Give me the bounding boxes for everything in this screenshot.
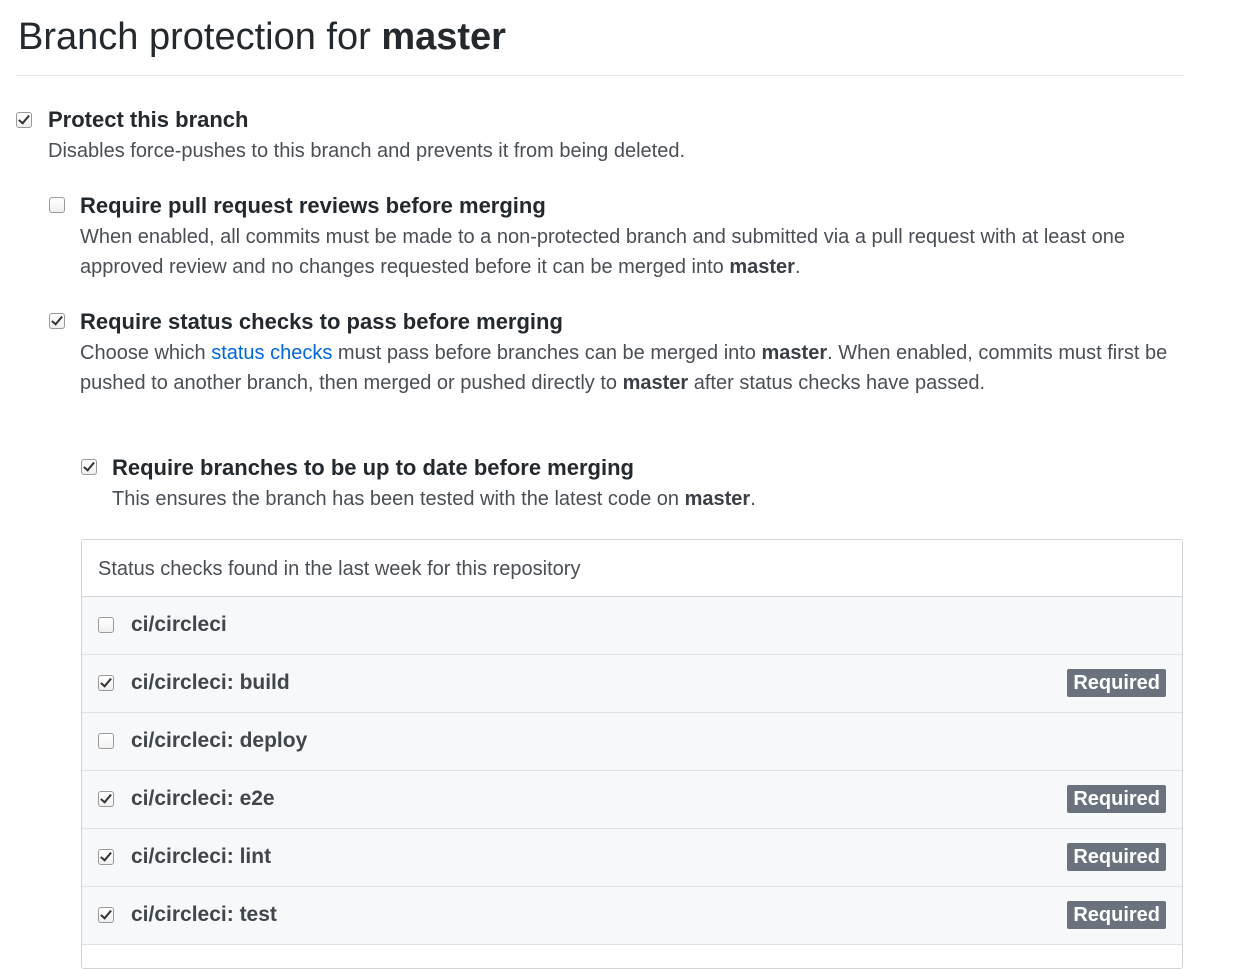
- status-checks-list: Status checks found in the last week for…: [81, 539, 1183, 969]
- status-check-row[interactable]: ci/circleci: e2e Required: [82, 771, 1182, 829]
- up-to-date-desc-part-1: This ensures the branch has been tested …: [112, 488, 685, 510]
- require-reviews-description-end: .: [794, 256, 801, 278]
- status-checks-link[interactable]: status checks: [211, 342, 332, 364]
- status-check-row[interactable]: ci/circleci: [82, 597, 1182, 655]
- required-badge: Required: [1067, 669, 1166, 697]
- status-check-checkbox[interactable]: [98, 733, 114, 749]
- require-status-checks-description: Choose which status checks must pass bef…: [80, 338, 1184, 398]
- required-badge: Required: [1067, 843, 1166, 871]
- status-check-checkbox[interactable]: [98, 849, 114, 865]
- require-status-checks-label[interactable]: Require status checks to pass before mer…: [80, 308, 563, 336]
- status-check-checkbox[interactable]: [98, 791, 114, 807]
- status-check-checkbox[interactable]: [98, 907, 114, 923]
- up-to-date-desc-branch: master: [684, 488, 751, 510]
- require-status-checks-checkbox[interactable]: [49, 313, 65, 329]
- status-checks-desc-part-2: must pass before branches can be merged …: [332, 342, 762, 364]
- require-reviews-description-text: When enabled, all commits must be made t…: [80, 226, 1126, 278]
- page-title-branch: master: [381, 16, 506, 58]
- protect-branch-description: Disables force-pushes to this branch and…: [48, 136, 1178, 166]
- status-check-row[interactable]: ci/circleci: test Required: [82, 887, 1182, 945]
- page-title: Branch protection for master: [18, 14, 506, 60]
- require-reviews-label[interactable]: Require pull request reviews before merg…: [80, 192, 546, 220]
- status-checks-desc-part-4: after status checks have passed.: [688, 372, 986, 394]
- status-checks-desc-branch-a: master: [761, 342, 828, 364]
- status-checks-desc-branch-b: master: [622, 372, 689, 394]
- require-reviews-description-branch: master: [729, 256, 795, 278]
- protect-branch-description-text: Disables force-pushes to this branch and…: [48, 140, 686, 162]
- protect-branch-checkbox[interactable]: [16, 112, 32, 128]
- status-check-row[interactable]: ci/circleci: lint Required: [82, 829, 1182, 887]
- require-reviews-description: When enabled, all commits must be made t…: [80, 222, 1184, 282]
- status-check-checkbox[interactable]: [98, 675, 114, 691]
- require-reviews-checkbox[interactable]: [49, 197, 65, 213]
- status-check-name[interactable]: ci/circleci: lint: [131, 843, 271, 871]
- status-checks-desc-part-1: Choose which: [80, 342, 212, 364]
- status-check-name[interactable]: ci/circleci: test: [131, 901, 277, 929]
- status-checks-rows: ci/circleci ci/circleci: build Required ci/…: [82, 597, 1182, 945]
- require-up-to-date-label[interactable]: Require branches to be up to date before…: [112, 454, 634, 482]
- status-check-row[interactable]: ci/circleci: deploy: [82, 713, 1182, 771]
- up-to-date-desc-part-2: .: [750, 488, 756, 510]
- page-title-prefix: Branch protection for: [18, 16, 382, 58]
- title-divider: [16, 75, 1184, 76]
- status-check-name[interactable]: ci/circleci: e2e: [131, 785, 275, 813]
- status-check-row[interactable]: ci/circleci: build Required: [82, 655, 1182, 713]
- require-up-to-date-checkbox[interactable]: [81, 459, 97, 475]
- protect-branch-label[interactable]: Protect this branch: [48, 106, 248, 134]
- status-check-checkbox[interactable]: [98, 617, 114, 633]
- status-checks-list-header: Status checks found in the last week for…: [82, 540, 1182, 597]
- required-badge: Required: [1067, 785, 1166, 813]
- require-up-to-date-description: This ensures the branch has been tested …: [112, 484, 1182, 514]
- required-badge: Required: [1067, 901, 1166, 929]
- status-check-name[interactable]: ci/circleci: build: [131, 669, 290, 697]
- status-check-name[interactable]: ci/circleci: [131, 611, 227, 639]
- status-check-name[interactable]: ci/circleci: deploy: [131, 727, 307, 755]
